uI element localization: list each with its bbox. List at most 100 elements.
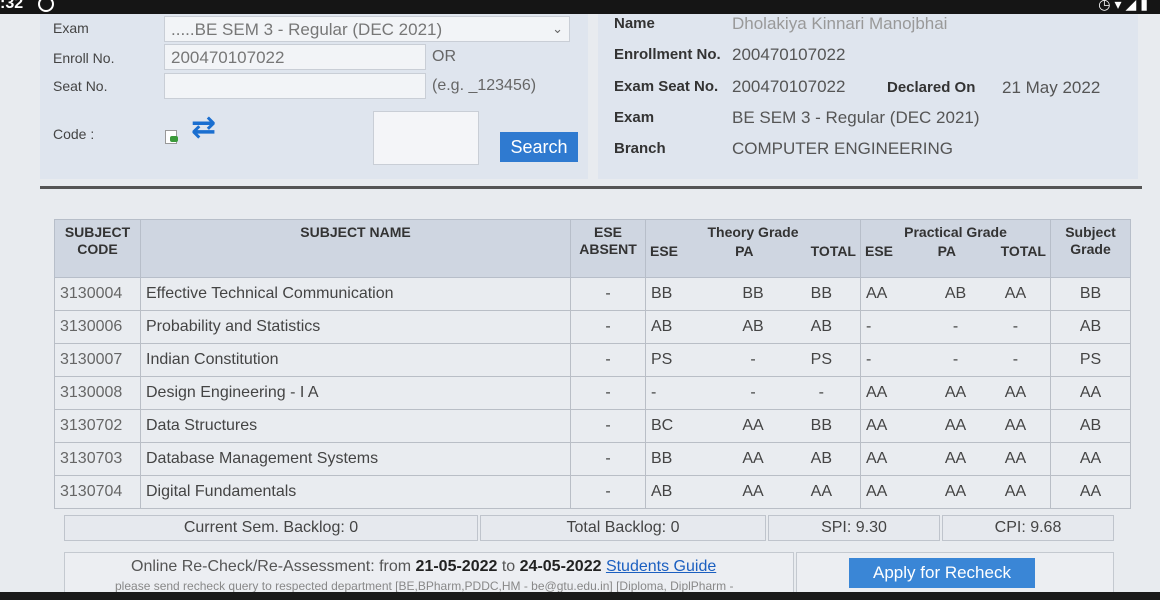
practical-grade-cell: --- (860, 310, 1051, 344)
recheck-text: Online Re-Check/Re-Assessment: from 21-0… (131, 558, 716, 576)
table-row: 3130004 Effective Technical Communication… (54, 277, 1131, 311)
practical-pa-value: AB (944, 285, 967, 302)
theory-total-value: - (818, 384, 824, 401)
branch-label: Branch (614, 140, 666, 157)
subject-grade-cell: PS (1050, 343, 1131, 377)
or-text: OR (432, 48, 456, 65)
refresh-captcha-icon[interactable]: ⇄ (191, 110, 216, 145)
search-button[interactable]: Search (500, 132, 578, 162)
theory-grade-cell: BC AA BB (645, 409, 861, 443)
theory-ese-value: AB (651, 318, 673, 335)
recheck-to-date: 24-05-2022 (519, 558, 602, 575)
exam-label: Exam (53, 20, 89, 36)
subject-grade-cell: AB (1050, 409, 1131, 443)
practical-ese-value: AA (866, 450, 888, 467)
practical-grade-cell: AA AB AA (860, 277, 1051, 311)
app-notification-icon (38, 0, 54, 12)
theory-pa-value: AB (742, 318, 764, 335)
branch-value: COMPUTER ENGINEERING (732, 139, 954, 158)
seat-label: Seat No. (53, 78, 108, 94)
theory-total-header: TOTAL (810, 243, 856, 259)
ese-absent-cell: - (570, 277, 646, 311)
grade-rows: 3130004 Effective Technical Communication… (54, 277, 1131, 509)
captcha-code-input[interactable] (373, 111, 479, 165)
theory-ese-value: AB (651, 483, 673, 500)
header-ese-absent: ESE ABSENT (570, 219, 646, 278)
status-bar: :32 ◷▾◢▮ (0, 0, 1160, 14)
practical-grade-title: Practical Grade (904, 224, 1007, 240)
subject-name-cell: Indian Constitution (140, 343, 571, 377)
exam-select[interactable]: .....BE SEM 3 - Regular (DEC 2021) ⌄ (164, 16, 570, 42)
total-backlog: Total Backlog: 0 (480, 515, 766, 541)
table-row: 3130007 Indian Constitution - PS - PS - - - PS (54, 343, 1131, 377)
recheck-from-date: 21-05-2022 (415, 558, 498, 575)
subject-name-cell: Probability and Statistics (140, 310, 571, 344)
theory-pa-value: BB (742, 285, 764, 302)
theory-pa-header: PA (735, 243, 754, 259)
ese-absent-cell: - (570, 442, 646, 476)
section-divider (40, 186, 1142, 189)
header-subject-name: SUBJECT NAME (140, 219, 571, 278)
theory-ese-value: - (651, 384, 657, 401)
subject-code-cell: 3130702 (54, 409, 141, 443)
subject-grade-cell: AA (1050, 475, 1131, 509)
subject-name-cell: Database Management Systems (140, 442, 571, 476)
table-row: 3130704 Digital Fundamentals - AB AA AA AA AA AA… (54, 475, 1131, 509)
subject-name-cell: Design Engineering - I A (140, 376, 571, 410)
theory-ese-header: ESE (650, 243, 679, 259)
theory-grade-title: Theory Grade (707, 224, 799, 240)
theory-grade-cell: AB AA AA (645, 475, 861, 509)
table-row: 3130006 Probability and Statistics - AB AB AB… (54, 310, 1131, 344)
theory-grade-cell: BB BB BB (645, 277, 861, 311)
student-info-panel: Name Dholakiya Kinnari Manojbhai Enrollm… (598, 14, 1138, 179)
theory-grade-cell: AB AB AB (645, 310, 861, 344)
seat-input[interactable] (164, 73, 426, 99)
theory-ese-value: BC (651, 417, 674, 434)
theory-total-value: AB (810, 450, 833, 467)
practical-pa-value: AA (944, 417, 967, 434)
enroll-label: Enroll No. (53, 50, 115, 66)
seat-no-value: 200470107022 (732, 77, 846, 96)
practical-grade-cell: --- (860, 343, 1051, 377)
practical-grade-cell: AA AA AA (860, 475, 1051, 509)
practical-pa-header: PA (937, 243, 957, 259)
declared-label: Declared On (887, 79, 976, 96)
theory-grade-cell: PS - PS (645, 343, 861, 377)
theory-ese-value: PS (651, 351, 673, 368)
practical-pa-value: AA (944, 384, 967, 401)
practical-total-value: AA (1004, 417, 1027, 434)
practical-ese-value: - (866, 318, 872, 335)
theory-pa-value: AA (742, 417, 764, 434)
practical-ese-value: AA (866, 483, 888, 500)
grades-table: SUBJECT CODE SUBJECT NAME ESE ABSENT The… (54, 219, 1131, 509)
enroll-input[interactable]: 200470107022 (164, 44, 426, 70)
subject-name-cell: Data Structures (140, 409, 571, 443)
practical-total-value: AA (1004, 384, 1027, 401)
practical-ese-value: AA (866, 285, 888, 302)
subject-code-cell: 3130006 (54, 310, 141, 344)
practical-total-value: AA (1004, 285, 1027, 302)
students-guide-link[interactable]: Students Guide (606, 558, 716, 575)
chevron-down-icon: ⌄ (552, 21, 563, 36)
subject-code-cell: 3130008 (54, 376, 141, 410)
subject-grade-cell: AA (1050, 442, 1131, 476)
ese-absent-cell: - (570, 310, 646, 344)
practical-grade-cell: AA AA AA (860, 409, 1051, 443)
name-value: Dholakiya Kinnari Manojbhai (732, 14, 948, 33)
bottom-bar (0, 592, 1160, 600)
practical-ese-header: ESE (865, 243, 894, 259)
practical-total-value: AA (1004, 450, 1027, 467)
apply-recheck-button[interactable]: Apply for Recheck (849, 558, 1035, 588)
ese-absent-cell: - (570, 409, 646, 443)
code-label: Code : (53, 126, 95, 142)
theory-grade-cell: --- (645, 376, 861, 410)
enrollment-value: 200470107022 (732, 45, 846, 64)
recheck-prefix: Online Re-Check/Re-Assessment: from (131, 558, 412, 575)
summary-row: Current Sem. Backlog: 0 Total Backlog: 0… (64, 515, 1114, 541)
exam-select-value: .....BE SEM 3 - Regular (DEC 2021) (171, 20, 443, 39)
current-backlog: Current Sem. Backlog: 0 (64, 515, 478, 541)
subject-name-cell: Digital Fundamentals (140, 475, 571, 509)
ese-absent-cell: - (570, 376, 646, 410)
info-exam-value: BE SEM 3 - Regular (DEC 2021) (732, 108, 980, 127)
practical-ese-value: AA (866, 384, 888, 401)
